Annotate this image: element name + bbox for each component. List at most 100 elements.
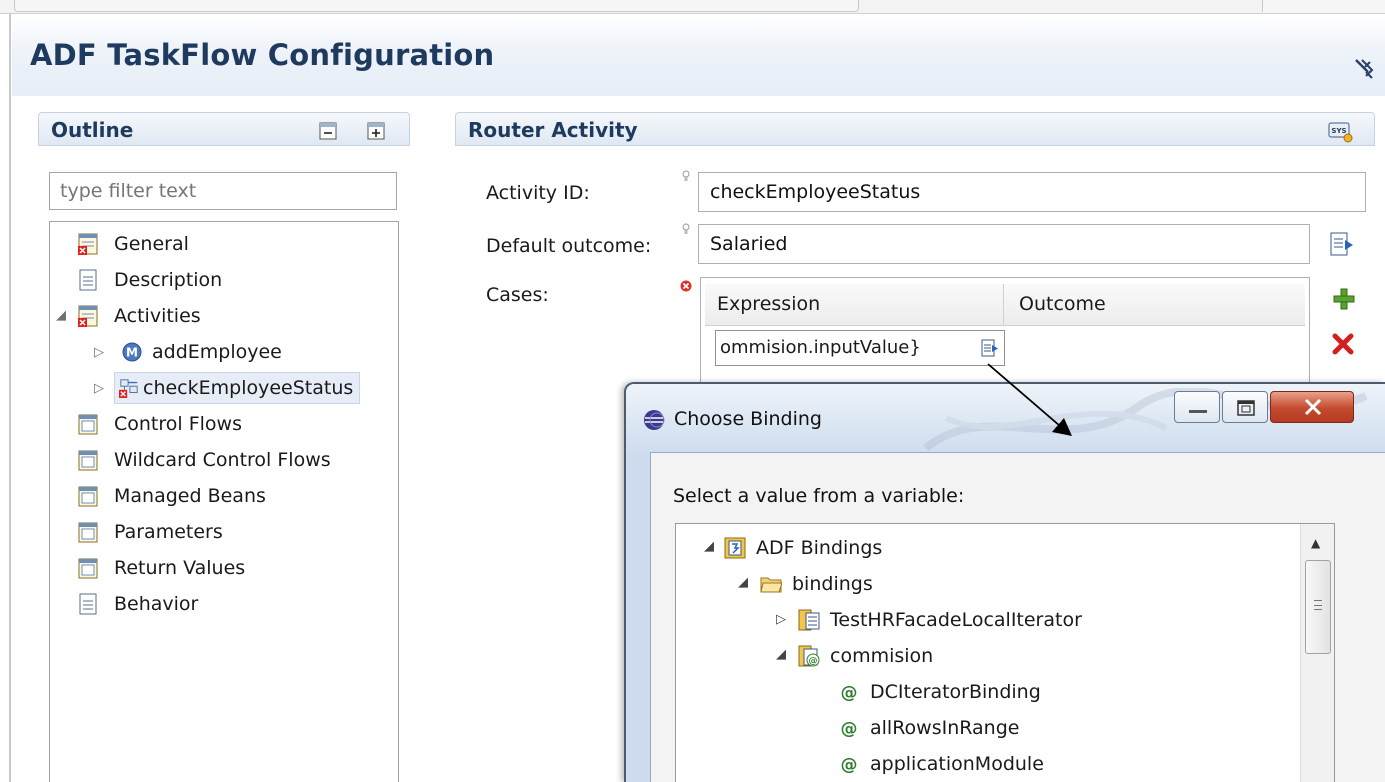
folder-page-icon bbox=[78, 558, 98, 579]
delete-icon[interactable] bbox=[1331, 330, 1357, 356]
tree-item-adf-bindings[interactable]: ADF Bindings bbox=[724, 532, 882, 564]
bindings-icon bbox=[724, 537, 746, 559]
expanded-twisty-icon[interactable]: ◢ bbox=[738, 575, 748, 590]
outline-tree: General Description ◢ Activities ▷ M add… bbox=[49, 221, 399, 782]
tree-item-label: TestHRFacadeLocalIterator bbox=[830, 609, 1082, 631]
svg-text:M: M bbox=[126, 346, 138, 360]
minimize-button[interactable] bbox=[1174, 391, 1220, 423]
collapsed-twisty-icon[interactable]: ▷ bbox=[94, 345, 104, 360]
editor-tab-right[interactable] bbox=[1262, 0, 1385, 12]
outline-section-header: Outline bbox=[38, 112, 410, 146]
outline-item-addemployee[interactable]: M addEmployee bbox=[122, 336, 282, 368]
router-icon bbox=[119, 379, 138, 398]
outline-item-label: Parameters bbox=[114, 521, 223, 543]
outline-item-label: General bbox=[114, 233, 189, 255]
cases-table-header: Expression Outcome bbox=[705, 284, 1305, 326]
maximize-icon bbox=[1237, 400, 1255, 416]
attribute-icon: @ bbox=[841, 719, 858, 739]
activity-id-field[interactable]: checkEmployeeStatus bbox=[698, 172, 1366, 212]
collapsed-twisty-icon[interactable]: ▷ bbox=[94, 381, 104, 396]
svg-text:@: @ bbox=[841, 719, 858, 739]
outline-item-control-flows[interactable]: Control Flows bbox=[78, 408, 242, 440]
minimize-icon bbox=[1189, 410, 1207, 413]
top-editor-strip bbox=[0, 0, 1385, 14]
router-section-header: Router Activity SYS bbox=[455, 112, 1375, 146]
cases-label: Cases: bbox=[486, 284, 549, 306]
outline-filter-input[interactable] bbox=[49, 172, 397, 210]
tree-item-label: bindings bbox=[792, 573, 873, 595]
help-icon[interactable]: SYS bbox=[1328, 121, 1354, 143]
tree-item-dciteratorbinding[interactable]: @ DCIteratorBinding bbox=[838, 676, 1041, 708]
default-outcome-label: Default outcome: bbox=[486, 235, 652, 257]
outline-title: Outline bbox=[51, 118, 134, 142]
page-icon bbox=[79, 593, 97, 615]
folder-page-icon bbox=[78, 486, 98, 507]
outline-item-parameters[interactable]: Parameters bbox=[78, 516, 223, 548]
page-title: ADF TaskFlow Configuration bbox=[30, 38, 495, 72]
tree-item-testhrfacadelocaliterator[interactable]: TestHRFacadeLocalIterator bbox=[798, 604, 1082, 636]
outline-item-general[interactable]: General bbox=[78, 228, 189, 260]
dialog-titlebar[interactable]: Choose Binding bbox=[626, 384, 1385, 454]
expression-cell-editor[interactable]: ommision.inputValue} bbox=[715, 330, 1005, 366]
tree-item-label: applicationModule bbox=[870, 753, 1044, 775]
expanded-twisty-icon[interactable]: ◢ bbox=[704, 539, 714, 554]
activity-id-label: Activity ID: bbox=[486, 182, 590, 204]
expanded-twisty-icon[interactable]: ◢ bbox=[776, 647, 786, 662]
choose-binding-dialog: Choose Binding Select a value from a var… bbox=[624, 382, 1385, 782]
outline-item-checkemployeestatus[interactable]: checkEmployeeStatus bbox=[114, 372, 361, 404]
default-outcome-field[interactable]: Salaried bbox=[698, 224, 1310, 264]
column-header-outcome[interactable]: Outcome bbox=[1019, 293, 1106, 315]
error-icon bbox=[680, 280, 692, 292]
outline-item-return-values[interactable]: Return Values bbox=[78, 552, 245, 584]
expression-picker-icon[interactable] bbox=[981, 339, 999, 357]
expand-all-icon[interactable] bbox=[367, 122, 385, 140]
outline-item-activities[interactable]: Activities bbox=[78, 300, 201, 332]
maximize-button[interactable] bbox=[1222, 391, 1268, 423]
dialog-body: Select a value from a variable: ◢ ADF Bi… bbox=[650, 452, 1385, 782]
outline-item-behavior[interactable]: Behavior bbox=[78, 588, 198, 620]
tree-item-label: DCIteratorBinding bbox=[870, 681, 1041, 703]
outline-item-label: Return Values bbox=[114, 557, 246, 579]
picker-icon[interactable] bbox=[1329, 231, 1355, 257]
svg-text:@: @ bbox=[809, 657, 818, 667]
editor-tab[interactable] bbox=[14, 0, 859, 12]
method-icon: M bbox=[122, 342, 142, 362]
cases-table: Expression Outcome ommision.inputValue} bbox=[700, 277, 1310, 397]
svg-text:@: @ bbox=[841, 755, 858, 775]
outline-item-label: addEmployee bbox=[152, 341, 282, 363]
scroll-up-icon[interactable]: ▲ bbox=[1311, 536, 1320, 550]
left-border bbox=[9, 14, 11, 782]
tree-item-applicationmodule[interactable]: @ applicationModule bbox=[838, 748, 1044, 780]
expanded-twisty-icon[interactable]: ◢ bbox=[56, 308, 66, 323]
collapsed-twisty-icon[interactable]: ▷ bbox=[776, 612, 786, 627]
outline-item-description[interactable]: Description bbox=[78, 264, 222, 296]
dialog-title: Choose Binding bbox=[674, 408, 822, 430]
eclipse-icon bbox=[644, 410, 665, 430]
add-icon[interactable] bbox=[1331, 286, 1357, 312]
close-button[interactable] bbox=[1270, 391, 1354, 423]
pin-icon[interactable] bbox=[1352, 56, 1376, 80]
tree-scrollbar[interactable]: ▲ bbox=[1300, 524, 1334, 782]
page-error-icon bbox=[78, 233, 98, 255]
tree-item-commision[interactable]: @ commision bbox=[798, 640, 933, 672]
folder-page-icon bbox=[78, 450, 98, 471]
outline-item-managed-beans[interactable]: Managed Beans bbox=[78, 480, 266, 512]
svg-text:SYS: SYS bbox=[1331, 127, 1346, 135]
folder-page-icon bbox=[78, 522, 98, 543]
collapse-all-icon[interactable] bbox=[319, 122, 337, 140]
tree-item-label: commision bbox=[830, 645, 934, 667]
page-error-icon bbox=[78, 305, 98, 327]
folder-icon bbox=[760, 577, 782, 593]
column-header-expression[interactable]: Expression bbox=[717, 293, 820, 315]
tree-item-allrowsinrange[interactable]: @ allRowsInRange bbox=[838, 712, 1020, 744]
outline-item-wildcard-control-flows[interactable]: Wildcard Control Flows bbox=[78, 444, 331, 476]
outline-item-label: Control Flows bbox=[114, 413, 242, 435]
router-title: Router Activity bbox=[468, 118, 638, 142]
editor-header: ADF TaskFlow Configuration bbox=[12, 14, 1385, 96]
tree-item-label: ADF Bindings bbox=[756, 537, 883, 559]
tree-item-bindings[interactable]: bindings bbox=[760, 568, 873, 600]
folder-page-icon bbox=[78, 414, 98, 435]
outline-item-label: Behavior bbox=[114, 593, 199, 615]
outline-item-label: checkEmployeeStatus bbox=[143, 377, 354, 399]
outline-item-label: Description bbox=[114, 269, 223, 291]
